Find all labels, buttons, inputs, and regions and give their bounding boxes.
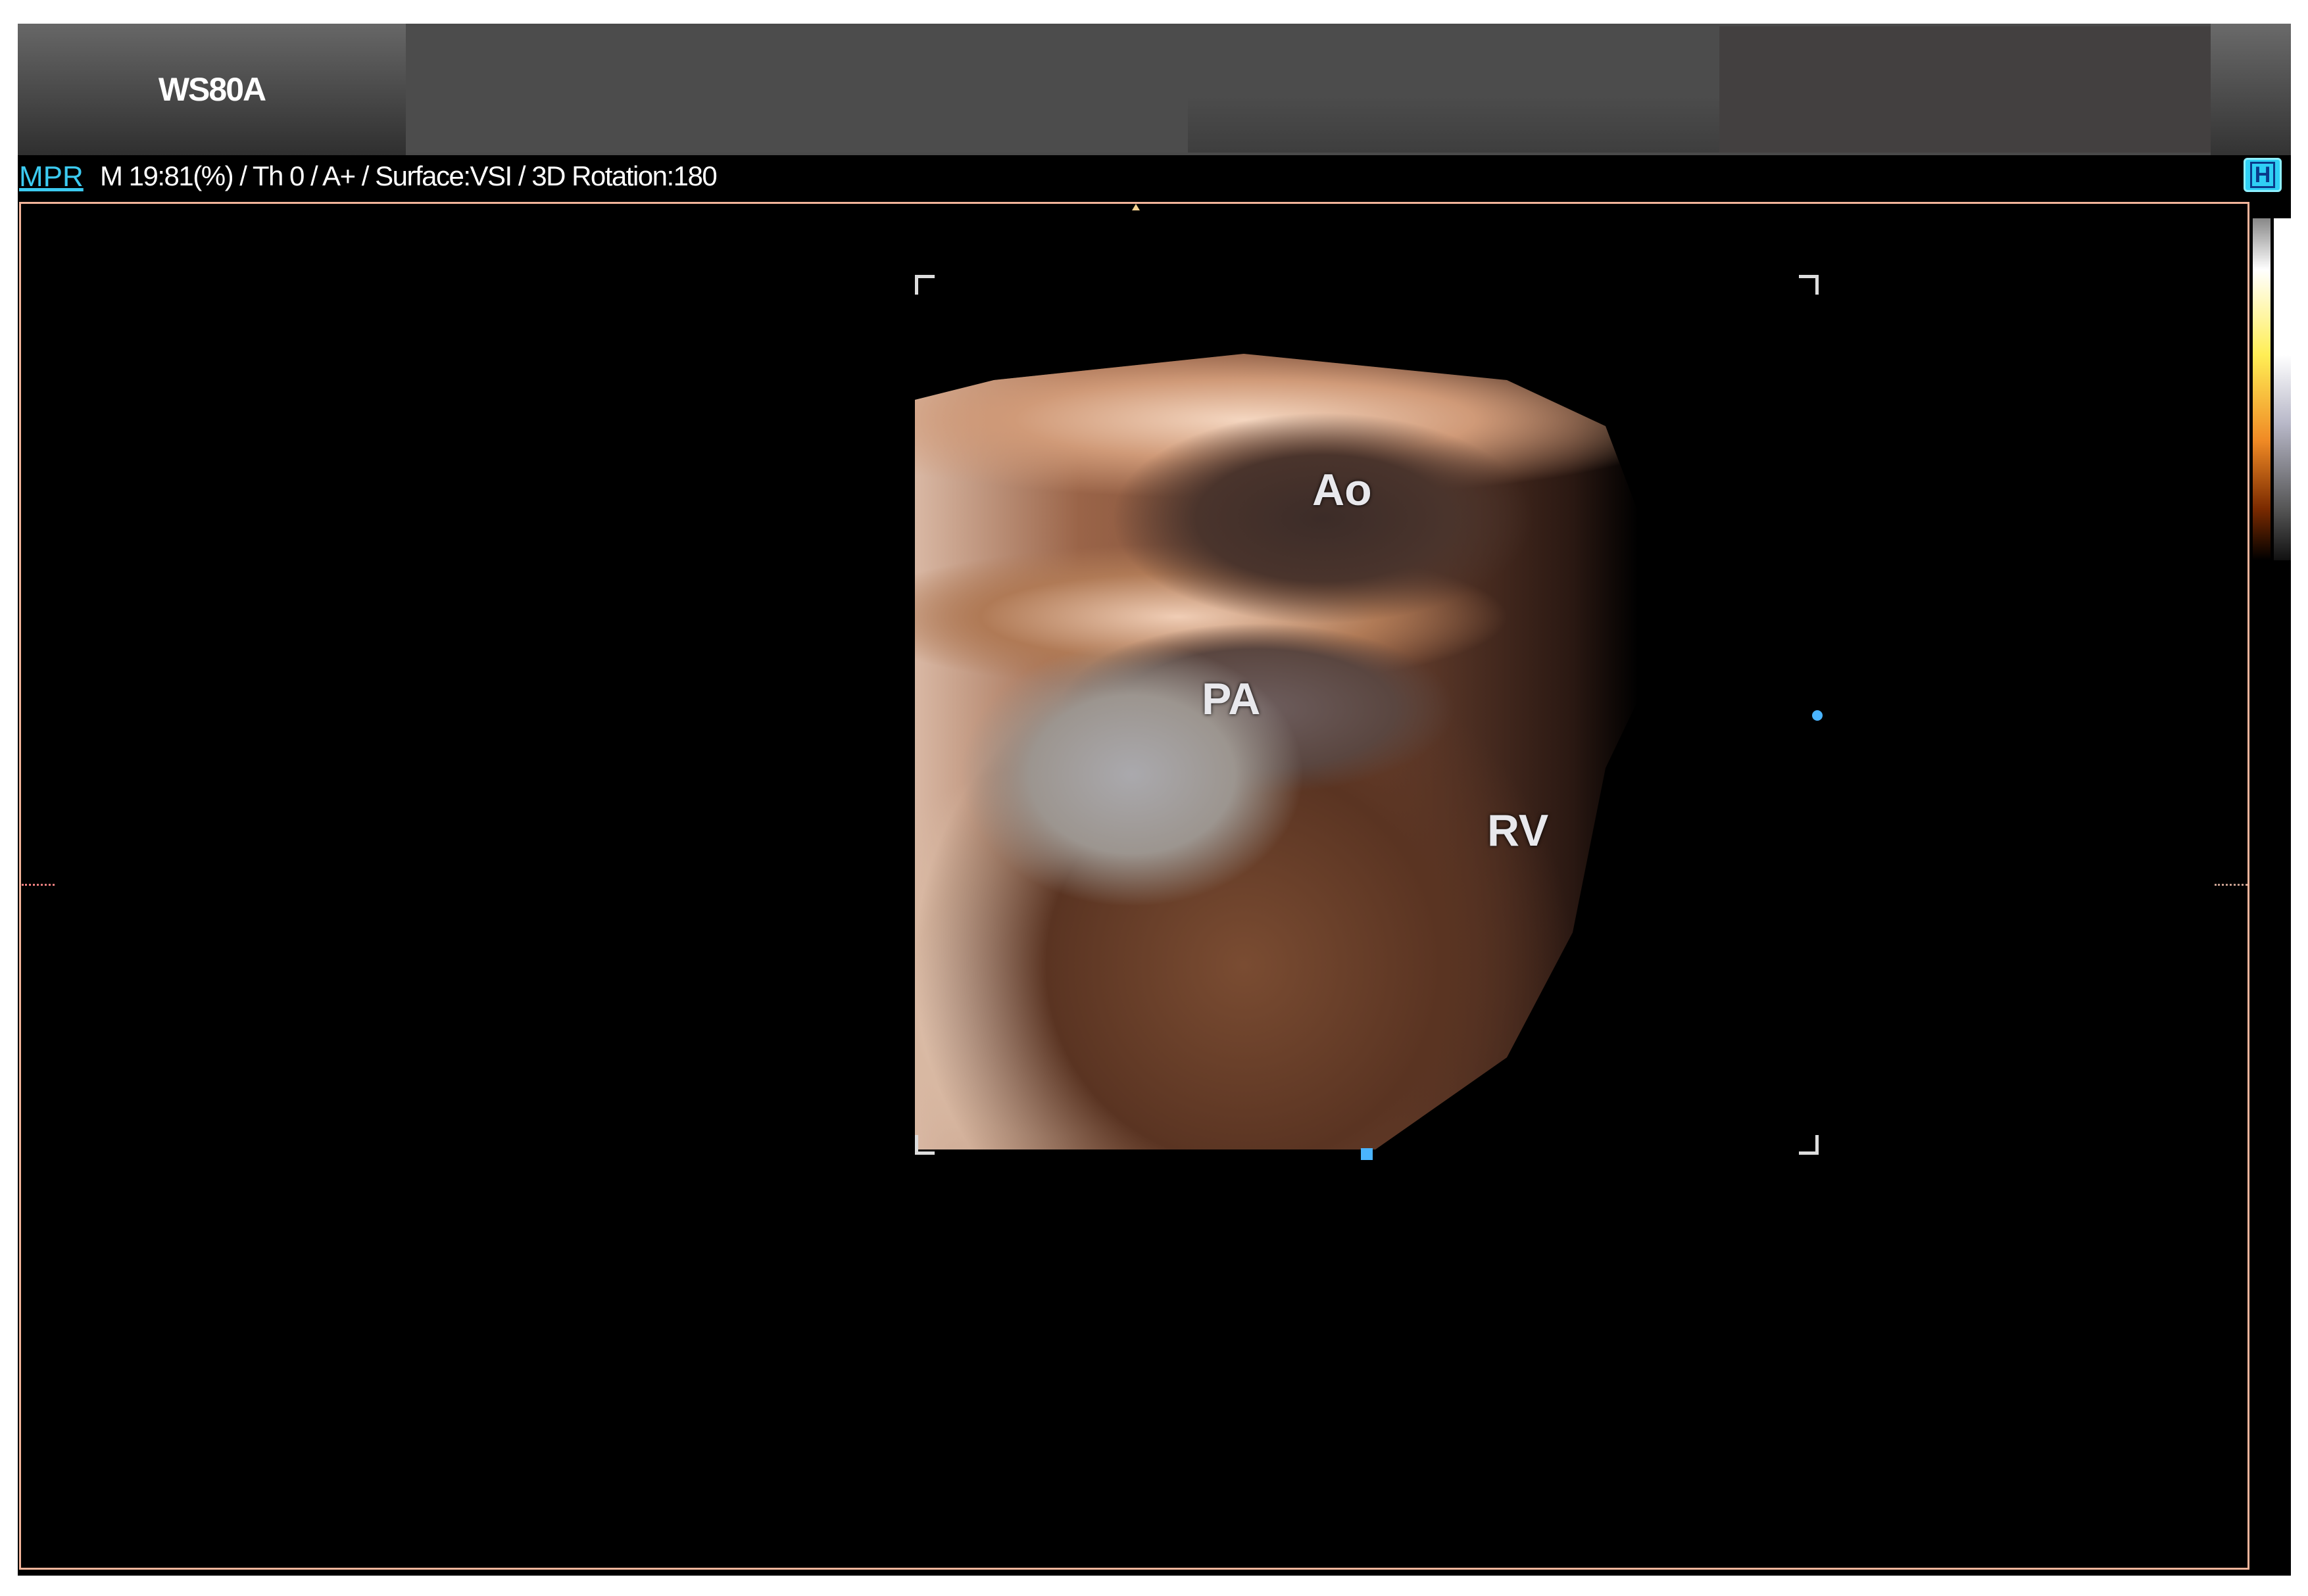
3d-viewport[interactable]: Ao PA RV [18,201,2291,1576]
mpr-link[interactable]: MPR [19,160,84,193]
label-rv: RV [1487,806,1549,856]
right-marker-line [2215,884,2247,886]
top-toolbar: WS80A [18,24,2291,155]
toolbar-panel-4[interactable] [2211,24,2291,155]
label-pa: PA [1202,674,1261,724]
h-view-icon[interactable]: H [2244,158,2282,192]
label-ao: Ao [1312,465,1372,515]
brand-title: WS80A [18,24,406,155]
toolbar-panel-2[interactable] [1188,26,1719,153]
left-marker-line [22,884,55,886]
toolbar-panel-3[interactable] [1719,26,2211,153]
rotation-handle[interactable] [1812,710,1823,721]
info-bar: MPR M 19:81(%) / Th 0 / A+ / Surface:VSI… [18,155,2291,201]
roi-corner-bl[interactable] [915,1135,935,1155]
h-icon-label: H [2249,162,2276,188]
roi-corner-tr[interactable] [1799,275,1819,295]
render-params: M 19:81(%) / Th 0 / A+ / Surface:VSI / 3… [100,160,718,191]
roi-corner-br[interactable] [1799,1135,1819,1155]
top-marker-icon [1132,204,1140,210]
color-map-bar [2253,218,2271,560]
depth-handle[interactable] [1361,1148,1373,1160]
toolbar-panel-1[interactable] [406,26,1188,153]
roi-corner-tl[interactable] [915,275,935,295]
gray-map-bar [2274,218,2291,560]
